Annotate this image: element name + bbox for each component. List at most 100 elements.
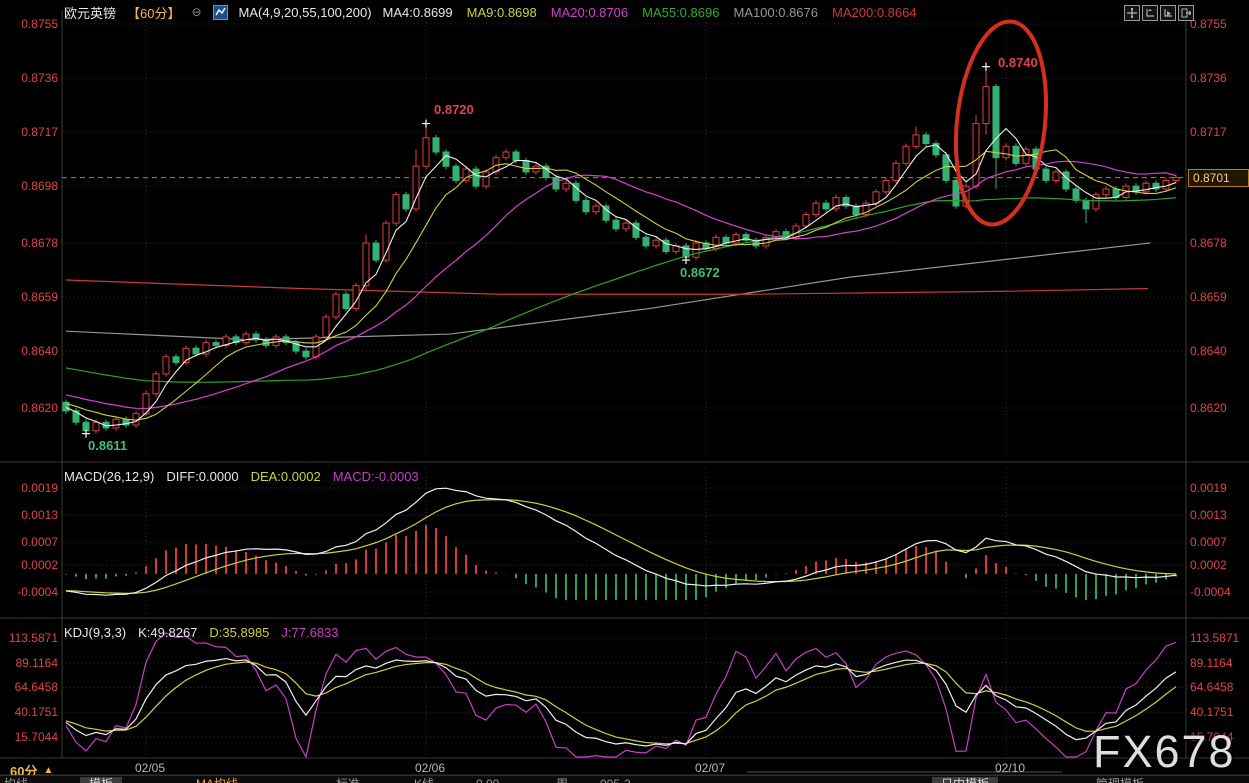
diff-line [66,488,1176,595]
main-axis-tick-right: 0.8717 [1190,126,1227,139]
chart-app: 欧元英镑 【60分】 ⊖ MA(4,9,20,55,100,200) MA4:0… [0,0,1249,783]
candle [873,192,879,203]
price-annotation: 0.8740 [998,55,1038,70]
candle [463,169,469,180]
date-label: 02/06 [415,761,445,775]
date-label: 02/07 [695,761,725,775]
main-axis-tick-right: 0.8620 [1190,402,1227,415]
candle [1003,146,1009,157]
bottom-tab[interactable]: 0.00 [476,777,499,783]
candle [83,422,89,431]
ma55-line [66,198,1176,383]
candle [1083,200,1089,209]
candle [323,317,329,337]
candle [513,152,519,161]
candle [1053,172,1059,181]
candle [643,237,649,246]
candle [433,138,439,152]
candle [653,240,659,246]
indicator-value-label: K:49.8267 [138,625,197,640]
axis-play-icon[interactable] [1160,5,1176,21]
kdj-axis-tick-right: 113.5871 [1190,632,1239,645]
bottom-tab[interactable]: 模板 [80,777,122,783]
main-axis-tick-right: 0.8659 [1190,291,1227,304]
main-axis-tick-right: 0.8640 [1190,345,1227,358]
exit-panel-icon[interactable] [1178,5,1194,21]
axis-scale-icon[interactable] [1142,5,1158,21]
kdj-axis-tick-left: 113.5871 [0,632,58,645]
candle [883,180,889,191]
indicator-value-label: D:35.8985 [209,625,269,640]
period-label: 【60分】 [127,3,180,22]
bottom-tab[interactable]: MA均线 [196,777,238,783]
kdj-axis-tick-left: 40.1751 [0,706,58,719]
macd-axis-tick-left: 0.0019 [0,482,58,495]
macd-axis-tick-right: 0.0019 [1190,482,1227,495]
dea-line [66,500,1176,594]
indicator-value-label: MACD(26,12,9) [64,469,154,484]
macd-axis-tick-left: 0.0002 [0,559,58,572]
main-axis-tick-left: 0.8678 [0,237,58,250]
bottom-tab[interactable]: 005-2 [600,777,631,783]
candle [303,351,309,357]
main-axis-tick-right: 0.8755 [1190,18,1227,31]
candle [363,243,369,286]
candle [613,220,619,229]
indicator-value-label: MA55:0.8696 [642,5,719,20]
candle [693,243,699,257]
kdj-axis-tick-left: 15.7044 [0,731,58,744]
candle [913,135,919,146]
main-axis-tick-left: 0.8659 [0,291,58,304]
ma-values: MA4:0.8699MA9:0.8698MA20:0.8706MA55:0.86… [383,5,917,20]
candle [373,243,379,260]
collapse-icon[interactable]: ⊖ [191,5,201,19]
move-tool-icon[interactable] [1124,5,1140,21]
kline-chart-icon[interactable] [213,5,228,20]
indicator-value-label: DEA:0.0002 [251,469,321,484]
candle [343,294,349,308]
candle [623,223,629,229]
candle [423,138,429,166]
main-header: 欧元英镑 【60分】 ⊖ MA(4,9,20,55,100,200) MA4:0… [64,4,917,20]
candle [113,419,119,428]
indicator-value-label: MACD:-0.0003 [333,469,419,484]
watermark: FX678 [1093,726,1236,778]
kdj-axis-tick-right: 40.1751 [1190,706,1233,719]
indicator-value-label: KDJ(9,3,3) [64,625,126,640]
candle [153,374,159,394]
candle [93,422,99,431]
price-annotation: 0.8611 [88,438,127,453]
candle [403,195,409,209]
candle [503,152,509,158]
bottom-tab[interactable]: 标准 [336,777,360,783]
candle [1013,146,1019,163]
indicator-value-label: J:77.6833 [281,625,338,640]
main-axis-tick-left: 0.8640 [0,345,58,358]
candle [473,169,479,186]
candle [593,206,599,212]
bottom-tab[interactable]: 日内模板 [932,777,998,783]
candle [803,215,809,226]
chart-canvas[interactable] [0,0,1249,783]
macd-axis-tick-right: 0.0002 [1190,559,1227,572]
candle [213,343,219,346]
candle [893,163,899,180]
bottom-tab-bar: 均线模板MA均线标准K线0.00周005-2日内模板管理模板 [0,775,1249,783]
indicator-value-label: MA100:0.8676 [733,5,818,20]
bottom-tab[interactable]: 均线 [4,777,28,783]
candle [1063,172,1069,189]
bottom-tab[interactable]: 周 [556,777,568,783]
main-axis-tick-left: 0.8620 [0,402,58,415]
bottom-tab[interactable]: K线 [414,777,434,783]
candle [393,195,399,223]
indicator-value-label: MA4:0.8699 [383,5,453,20]
macd-axis-tick-right: 0.0007 [1190,536,1227,549]
indicator-value-label: MA20:0.8706 [551,5,628,20]
candle [1163,180,1169,189]
indicator-value-label: MA200:0.8664 [832,5,917,20]
candle [923,135,929,144]
window-toolbar [1124,5,1194,21]
main-axis-tick-left: 0.8717 [0,126,58,139]
candle [813,203,819,214]
macd-axis-tick-left: 0.0007 [0,536,58,549]
